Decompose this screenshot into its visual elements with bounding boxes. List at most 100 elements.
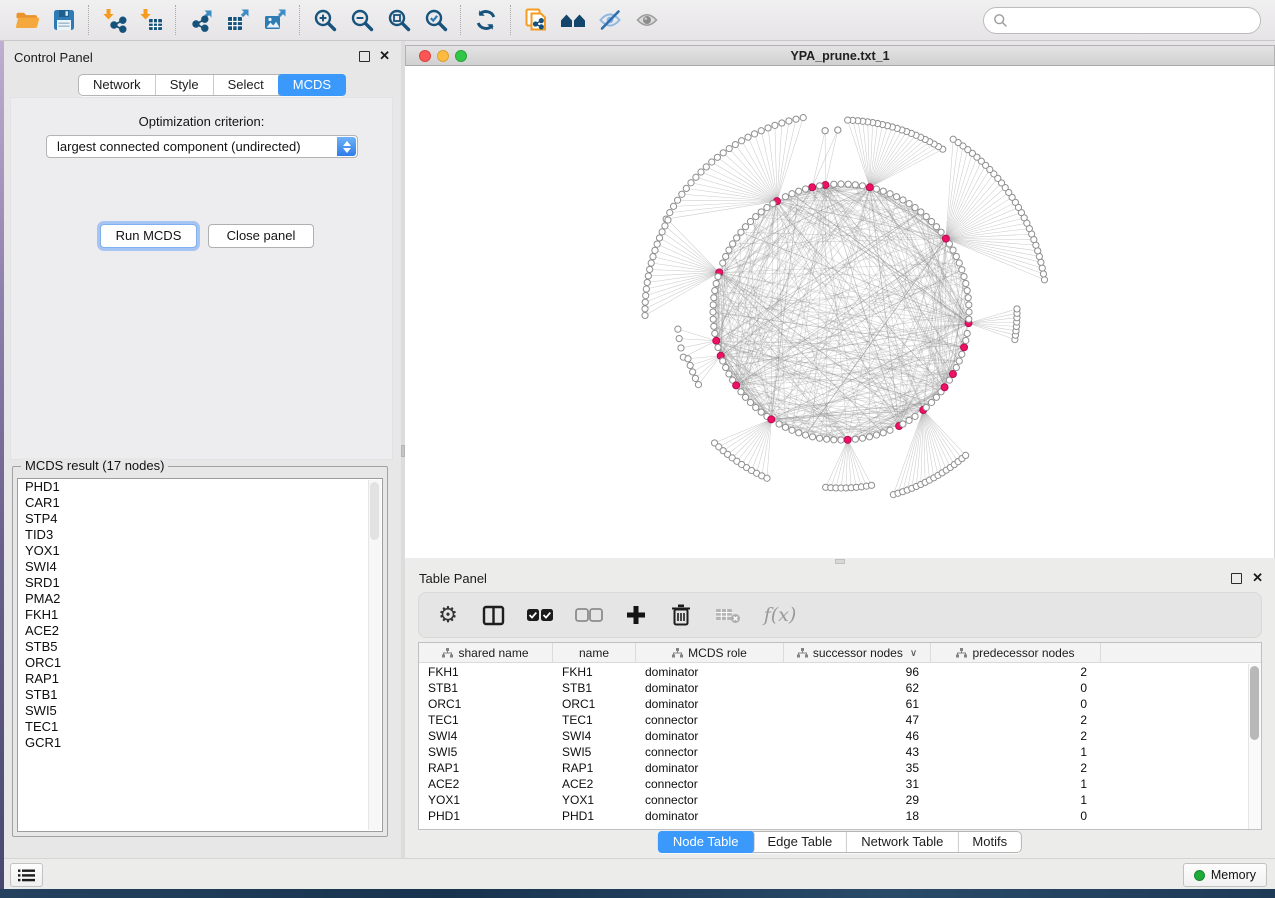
- graph-node[interactable]: [966, 316, 972, 322]
- graph-node[interactable]: [710, 302, 716, 308]
- graph-node[interactable]: [928, 399, 934, 405]
- graph-node[interactable]: [963, 280, 969, 286]
- table-row[interactable]: FKH1FKH1dominator962: [419, 664, 1248, 680]
- graph-node[interactable]: [738, 389, 744, 395]
- graph-node[interactable]: [692, 375, 698, 381]
- graph-node[interactable]: [809, 434, 815, 440]
- graph-node[interactable]: [685, 356, 691, 362]
- graph-node[interactable]: [959, 351, 965, 357]
- tab-mcds[interactable]: MCDS: [278, 74, 346, 96]
- mcds-result-item[interactable]: STP4: [18, 511, 382, 527]
- graph-node[interactable]: [866, 184, 873, 191]
- graph-node[interactable]: [1040, 271, 1046, 277]
- select-all-rows-button[interactable]: [525, 601, 555, 629]
- show-task-history-button[interactable]: [10, 863, 43, 887]
- graph-node[interactable]: [942, 235, 949, 242]
- graph-node[interactable]: [1041, 277, 1047, 283]
- mcds-result-item[interactable]: PMA2: [18, 591, 382, 607]
- graph-node[interactable]: [928, 218, 934, 224]
- graph-node[interactable]: [643, 292, 649, 298]
- graph-node[interactable]: [776, 421, 782, 427]
- deselect-all-rows-button[interactable]: [574, 601, 604, 629]
- mcds-result-item[interactable]: ACE2: [18, 623, 382, 639]
- graph-node[interactable]: [802, 186, 808, 192]
- tab-motifs[interactable]: Motifs: [958, 832, 1021, 852]
- graph-node[interactable]: [675, 326, 681, 332]
- table-row[interactable]: SWI4SWI4dominator462: [419, 728, 1248, 744]
- mcds-result-item[interactable]: PHD1: [18, 479, 382, 495]
- table-row[interactable]: SWI5SWI5connector431: [419, 744, 1248, 760]
- graph-node[interactable]: [838, 181, 844, 187]
- create-column-button[interactable]: [623, 601, 649, 629]
- graph-node[interactable]: [906, 201, 912, 207]
- graph-node[interactable]: [678, 345, 684, 351]
- mcds-result-item[interactable]: SRD1: [18, 575, 382, 591]
- graph-node[interactable]: [956, 260, 962, 266]
- graph-node[interactable]: [816, 435, 822, 441]
- graph-node[interactable]: [758, 209, 764, 215]
- graph-node[interactable]: [796, 188, 802, 194]
- open-file-button[interactable]: [8, 5, 45, 36]
- export-table-button[interactable]: [219, 5, 256, 36]
- graph-node[interactable]: [747, 399, 753, 405]
- graph-node[interactable]: [758, 409, 764, 415]
- close-table-panel-icon[interactable]: ✕: [1252, 570, 1263, 585]
- table-row[interactable]: TEC1TEC1connector472: [419, 712, 1248, 728]
- graph-node[interactable]: [964, 287, 970, 293]
- graph-node[interactable]: [782, 424, 788, 430]
- graph-node[interactable]: [712, 287, 718, 293]
- graph-node[interactable]: [642, 299, 648, 305]
- graph-node[interactable]: [726, 371, 732, 377]
- zoom-in-button[interactable]: [306, 5, 343, 36]
- mcds-result-item[interactable]: SWI4: [18, 559, 382, 575]
- graph-node[interactable]: [751, 131, 757, 137]
- graph-node[interactable]: [720, 150, 726, 156]
- column-header-predecessor-nodes[interactable]: predecessor nodes: [931, 643, 1101, 663]
- graph-node[interactable]: [642, 306, 648, 312]
- graph-node[interactable]: [966, 309, 972, 315]
- graph-node[interactable]: [1039, 265, 1045, 271]
- graph-node[interactable]: [845, 181, 851, 187]
- graph-node[interactable]: [643, 286, 649, 292]
- column-header-shared-name[interactable]: shared name: [419, 643, 553, 663]
- graph-node[interactable]: [779, 120, 785, 126]
- run-mcds-button[interactable]: Run MCDS: [100, 224, 197, 248]
- graph-node[interactable]: [715, 273, 721, 279]
- table-row[interactable]: RAP1RAP1dominator352: [419, 760, 1248, 776]
- graph-node[interactable]: [753, 404, 759, 410]
- graph-node[interactable]: [887, 191, 893, 197]
- graph-node[interactable]: [789, 427, 795, 433]
- clone-network-button[interactable]: [517, 5, 554, 36]
- import-table-button[interactable]: [132, 5, 169, 36]
- graph-node[interactable]: [676, 335, 682, 341]
- graph-node[interactable]: [822, 128, 828, 134]
- graph-node[interactable]: [698, 169, 704, 175]
- graph-node[interactable]: [713, 280, 719, 286]
- close-panel-button[interactable]: Close panel: [208, 224, 314, 248]
- tab-edge-table[interactable]: Edge Table: [753, 832, 847, 852]
- mcds-result-item[interactable]: CAR1: [18, 495, 382, 511]
- graph-node[interactable]: [950, 247, 956, 253]
- graph-node[interactable]: [733, 382, 740, 389]
- graph-node[interactable]: [753, 213, 759, 219]
- graph-node[interactable]: [933, 224, 939, 230]
- first-neighbors-button[interactable]: [554, 5, 591, 36]
- graph-node[interactable]: [670, 203, 676, 209]
- list-scrollbar[interactable]: [368, 480, 381, 830]
- graph-node[interactable]: [712, 330, 718, 336]
- mcds-result-item[interactable]: STB1: [18, 687, 382, 703]
- graph-node[interactable]: [764, 205, 770, 211]
- mcds-result-item[interactable]: RAP1: [18, 671, 382, 687]
- graph-node[interactable]: [714, 154, 720, 160]
- graph-node[interactable]: [844, 436, 851, 443]
- graph-node[interactable]: [723, 253, 729, 259]
- table-scrollbar[interactable]: [1248, 664, 1261, 829]
- tab-network[interactable]: Network: [79, 75, 156, 95]
- graph-node[interactable]: [720, 358, 726, 364]
- graph-node[interactable]: [738, 229, 744, 235]
- scrollbar-thumb[interactable]: [1250, 666, 1259, 740]
- graph-node[interactable]: [665, 217, 671, 223]
- graph-node[interactable]: [950, 136, 956, 142]
- graph-node[interactable]: [770, 201, 776, 207]
- graph-node[interactable]: [938, 229, 944, 235]
